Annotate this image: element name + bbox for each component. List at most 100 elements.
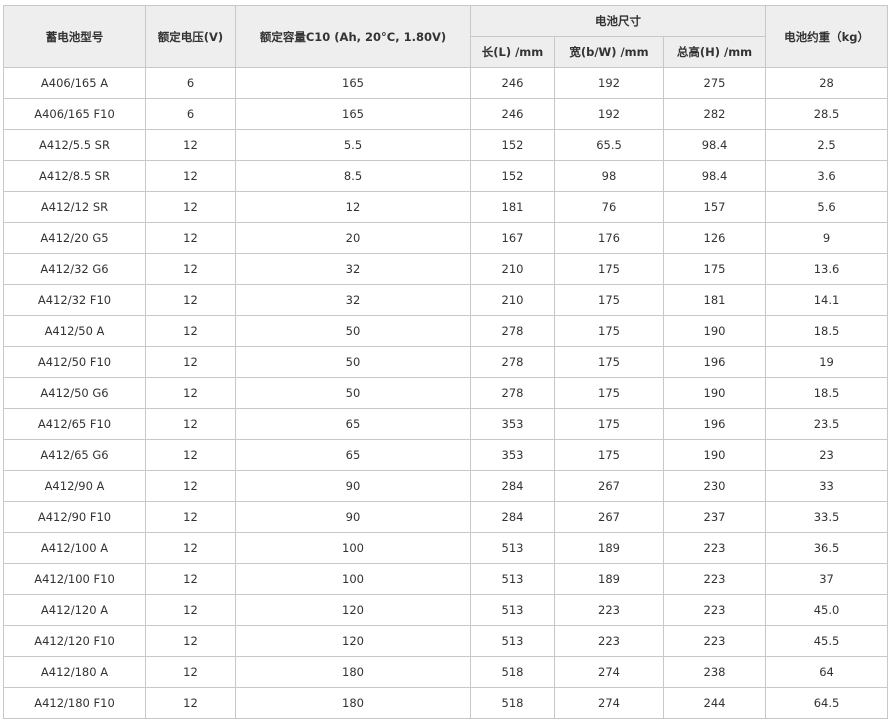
cell-width: 175: [554, 284, 664, 316]
cell-model: A412/65 F10: [3, 408, 146, 440]
cell-model: A406/165 F10: [3, 98, 146, 130]
cell-width: 192: [554, 67, 664, 99]
cell-capacity: 50: [235, 377, 471, 409]
table-row: A412/50 G6 12 50 278 175 190 18.5: [3, 377, 889, 409]
cell-model: A412/12 SR: [3, 191, 146, 223]
cell-width: 223: [554, 594, 664, 626]
cell-capacity: 65: [235, 408, 471, 440]
cell-model: A406/165 A: [3, 67, 146, 99]
table-row: A406/165 A 6 165 246 192 275 28: [3, 67, 889, 99]
cell-capacity: 100: [235, 532, 471, 564]
cell-voltage: 12: [145, 439, 236, 471]
table-row: A412/180 A 12 180 518 274 238 64: [3, 656, 889, 688]
cell-weight: 45.0: [765, 594, 889, 626]
cell-length: 284: [470, 501, 555, 533]
cell-length: 278: [470, 315, 555, 347]
header-dimensions: 电池尺寸: [469, 5, 767, 37]
cell-voltage: 12: [145, 656, 236, 688]
battery-spec-table: 蓄电池型号 额定电压(V) 额定容量C10 (Ah, 20°C, 1.80V) …: [3, 5, 889, 719]
cell-weight: 28: [765, 67, 889, 99]
table-row: A412/20 G5 12 20 167 176 126 9: [3, 222, 889, 254]
cell-weight: 23.5: [765, 408, 889, 440]
cell-model: A412/65 G6: [3, 439, 146, 471]
cell-width: 192: [554, 98, 664, 130]
cell-length: 513: [470, 563, 555, 595]
cell-capacity: 180: [235, 687, 471, 719]
cell-width: 175: [554, 315, 664, 347]
table-row: A412/50 A 12 50 278 175 190 18.5: [3, 315, 889, 347]
cell-model: A412/50 A: [3, 315, 146, 347]
cell-model: A412/90 F10: [3, 501, 146, 533]
cell-capacity: 120: [235, 594, 471, 626]
header-capacity: 额定容量C10 (Ah, 20°C, 1.80V): [235, 5, 471, 68]
cell-capacity: 180: [235, 656, 471, 688]
cell-model: A412/50 G6: [3, 377, 146, 409]
cell-capacity: 165: [235, 98, 471, 130]
cell-voltage: 12: [145, 284, 236, 316]
cell-width: 267: [554, 470, 664, 502]
cell-model: A412/32 F10: [3, 284, 146, 316]
cell-voltage: 12: [145, 160, 236, 192]
table-row: A412/5.5 SR 12 5.5 152 65.5 98.4 2.5: [3, 129, 889, 161]
table-row: A412/100 F10 12 100 513 189 223 37: [3, 563, 889, 595]
cell-weight: 19: [765, 346, 889, 378]
cell-height: 230: [662, 470, 767, 502]
cell-capacity: 32: [235, 284, 471, 316]
cell-voltage: 12: [145, 346, 236, 378]
cell-width: 189: [554, 563, 664, 595]
cell-voltage: 12: [145, 315, 236, 347]
cell-model: A412/50 F10: [3, 346, 146, 378]
cell-capacity: 65: [235, 439, 471, 471]
cell-width: 274: [554, 687, 664, 719]
cell-height: 157: [662, 191, 767, 223]
cell-length: 246: [470, 98, 555, 130]
cell-length: 518: [470, 656, 555, 688]
cell-length: 513: [470, 532, 555, 564]
cell-weight: 37: [765, 563, 889, 595]
cell-length: 284: [470, 470, 555, 502]
cell-voltage: 12: [145, 377, 236, 409]
cell-capacity: 32: [235, 253, 471, 285]
cell-capacity: 8.5: [235, 160, 471, 192]
cell-weight: 64.5: [765, 687, 889, 719]
table-row: A412/50 F10 12 50 278 175 196 19: [3, 346, 889, 378]
header-height: 总高(H) /mm: [662, 36, 767, 68]
cell-length: 167: [470, 222, 555, 254]
cell-voltage: 12: [145, 191, 236, 223]
cell-weight: 18.5: [765, 315, 889, 347]
cell-model: A412/100 F10: [3, 563, 146, 595]
cell-capacity: 20: [235, 222, 471, 254]
cell-length: 353: [470, 439, 555, 471]
cell-length: 353: [470, 408, 555, 440]
cell-capacity: 120: [235, 625, 471, 657]
cell-length: 210: [470, 253, 555, 285]
cell-weight: 33: [765, 470, 889, 502]
table-row: A412/120 A 12 120 513 223 223 45.0: [3, 594, 889, 626]
table-row: A412/65 G6 12 65 353 175 190 23: [3, 439, 889, 471]
cell-height: 98.4: [662, 160, 767, 192]
cell-capacity: 90: [235, 501, 471, 533]
cell-length: 278: [470, 377, 555, 409]
cell-model: A412/20 G5: [3, 222, 146, 254]
cell-length: 518: [470, 687, 555, 719]
cell-model: A412/120 F10: [3, 625, 146, 657]
cell-voltage: 12: [145, 253, 236, 285]
cell-height: 190: [662, 315, 767, 347]
cell-height: 196: [662, 408, 767, 440]
cell-model: A412/5.5 SR: [3, 129, 146, 161]
table-row: A412/90 A 12 90 284 267 230 33: [3, 470, 889, 502]
cell-model: A412/180 F10: [3, 687, 146, 719]
cell-voltage: 12: [145, 408, 236, 440]
cell-model: A412/90 A: [3, 470, 146, 502]
cell-weight: 3.6: [765, 160, 889, 192]
cell-weight: 36.5: [765, 532, 889, 564]
cell-height: 190: [662, 439, 767, 471]
cell-height: 190: [662, 377, 767, 409]
cell-height: 223: [662, 594, 767, 626]
table-row: A412/8.5 SR 12 8.5 152 98 98.4 3.6: [3, 160, 889, 192]
cell-capacity: 50: [235, 346, 471, 378]
cell-weight: 9: [765, 222, 889, 254]
cell-height: 244: [662, 687, 767, 719]
cell-length: 152: [470, 160, 555, 192]
table-row: A412/120 F10 12 120 513 223 223 45.5: [3, 625, 889, 657]
